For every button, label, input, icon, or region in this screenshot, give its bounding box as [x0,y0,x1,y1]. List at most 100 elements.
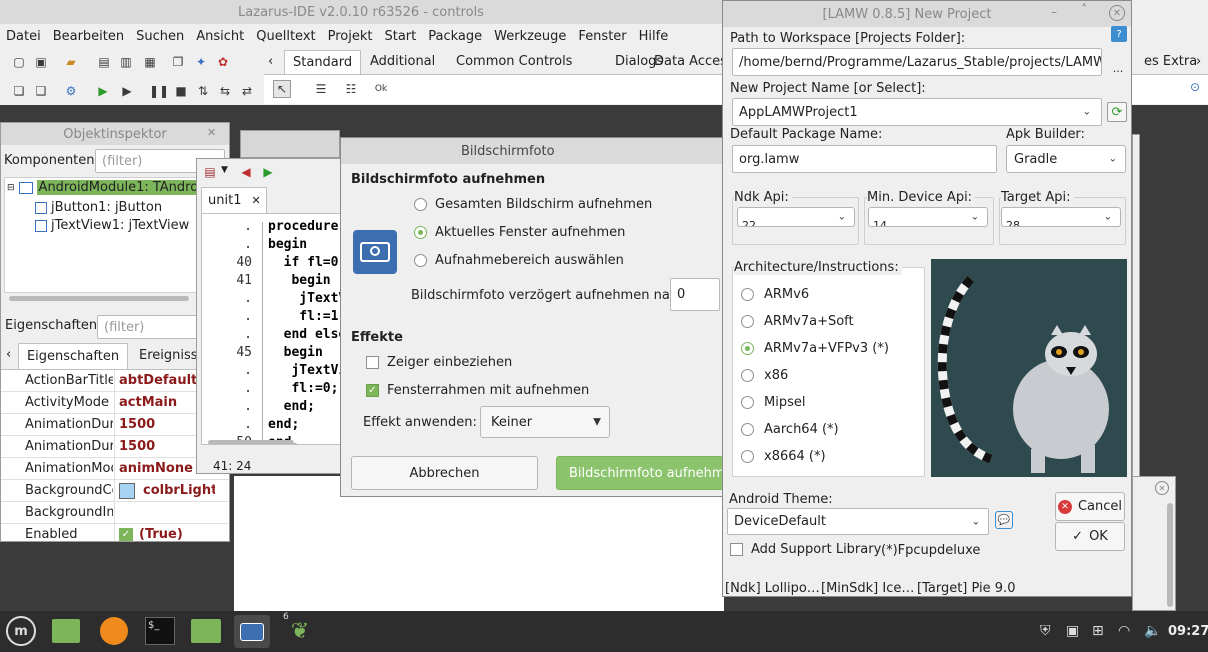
workspace-input[interactable]: /home/bernd/Programme/Lazarus_Stable/pro… [732,48,1102,76]
palette-tab-standard[interactable]: Standard [284,50,362,74]
architecture-radio[interactable] [741,396,754,409]
menu-quelltext[interactable]: Quelltext [250,29,321,44]
tab-eigenschaften[interactable]: Eigenschaften [18,343,128,369]
lamw-help-icon[interactable]: ? [1111,26,1127,42]
background-close-icon[interactable]: ✕ [1155,481,1169,495]
architecture-option[interactable]: ARMv7a+VFPv3 (*) [741,341,889,356]
ide-menu-arrow-icon[interactable]: ⊙ [1186,78,1204,96]
save-all-icon[interactable]: ▥ [117,53,135,71]
menu-package[interactable]: Package [422,29,488,44]
selection-pointer-icon[interactable]: ↖ [273,80,291,98]
ok-project-button[interactable]: ✓ OK [1055,522,1125,551]
clipboard-icon[interactable]: ▣ [1066,623,1079,639]
min-api-select[interactable]: 14 ⌄ [868,207,988,227]
architecture-option[interactable]: ARMv7a+Soft [741,314,854,329]
clock[interactable]: 09:27 [1168,624,1208,639]
menu-start[interactable]: Start [378,29,422,44]
property-row[interactable]: ActivityMode actMain [1,392,229,414]
enabled-checkbox[interactable]: ✓ [119,528,133,541]
wifi-icon[interactable]: ◠ [1118,623,1130,639]
cancel-project-button[interactable]: ✕ Cancel [1055,492,1125,521]
editor-hscrollbar[interactable] [208,440,294,444]
property-value[interactable]: (True) [139,527,215,541]
show-desktop-icon[interactable] [52,619,80,643]
property-row[interactable]: AnimationMod animNone [1,458,229,480]
save-icon[interactable]: ▤ [95,53,113,71]
menu-projekt[interactable]: Projekt [322,29,379,44]
property-row[interactable]: AnimationDura1500 [1,436,229,458]
files-icon[interactable] [191,619,221,643]
run-icon[interactable]: ▶ [94,82,112,100]
copy-icon[interactable]: ❐ [169,53,187,71]
tools-icon[interactable]: ✦ [192,53,210,71]
code-line[interactable]: jTextV [268,290,344,308]
property-row[interactable]: BackgroundCo colbrLightS [1,480,229,502]
chevron-down-icon[interactable]: ⌄ [972,516,980,527]
code-line[interactable]: begin [268,344,344,362]
editor-dropdown-icon[interactable]: ▼ [221,165,228,175]
cancel-screenshot-button[interactable]: Abbrechen [351,456,538,490]
include-pointer-option[interactable]: Zeiger einbeziehen [366,355,512,370]
maximize-icon[interactable]: ˄ [1081,3,1088,18]
ndk-api-select[interactable]: 22 ⌄ [737,207,855,227]
menu-fenster[interactable]: Fenster [572,29,632,44]
close-tab-icon[interactable]: ✕ [251,194,260,207]
tbutton-icon[interactable]: Ok [372,80,390,98]
close-file-icon[interactable]: ▦ [141,53,159,71]
stop-icon[interactable]: ■ [172,82,190,100]
radio-select-area[interactable] [414,254,427,267]
radio-current-window[interactable] [414,226,427,239]
architecture-radio[interactable] [741,369,754,382]
code-line[interactable]: fl:=0; [268,380,344,398]
minimize-icon[interactable]: – [1051,5,1057,19]
props-scroll-left-icon[interactable]: ‹ [6,347,11,362]
apk-builder-select[interactable]: Gradle ⌄ [1006,145,1126,173]
terminal-icon[interactable]: $_ [145,617,175,645]
background-scrollbar[interactable] [1167,503,1173,607]
property-row[interactable]: ActionBarTitle abtDefault [1,370,229,392]
pause-icon[interactable]: ❚❚ [149,82,169,100]
tmainmenu-icon[interactable]: ☰ [312,80,330,98]
architecture-option[interactable]: Mipsel [741,395,805,410]
tree-expand-icon[interactable]: ⊟ [7,183,15,193]
editor-tab-unit1[interactable]: unit1 ✕ [201,187,267,213]
architecture-radio[interactable] [741,450,754,463]
property-value[interactable]: colbrLightS [143,483,215,498]
code-line[interactable]: fl:=1; [268,308,344,326]
code-line[interactable]: end; [268,398,344,416]
palette-scroll-left-icon[interactable]: ‹ [268,54,273,69]
target-api-select[interactable]: 28 ⌄ [1001,207,1121,227]
menu-hilfe[interactable]: Hilfe [633,29,675,44]
menu-ansicht[interactable]: Ansicht [190,29,250,44]
tree-node-android-module[interactable]: ⊟ AndroidModule1: TAndroid [7,180,213,195]
network-icon[interactable]: ⊞ [1092,623,1104,639]
tree-node-jbutton1[interactable]: jButton1: jButton [35,200,162,215]
architecture-radio[interactable] [741,315,754,328]
architecture-option[interactable]: ARMv6 [741,287,809,302]
view-units-icon[interactable]: ❏ [10,82,28,100]
architecture-radio[interactable] [741,288,754,301]
code-line[interactable]: begin [268,272,344,290]
include-border-option[interactable]: ✓ Fensterrahmen mit aufnehmen [366,383,589,398]
palette-tab-extra[interactable]: es Extra [1144,54,1197,69]
tree-node-jtextview1[interactable]: jTextView1: jTextView [35,218,189,233]
code-line[interactable]: begin [268,236,344,254]
delay-input[interactable]: 0 [670,278,720,311]
browse-workspace-button[interactable]: ... [1107,48,1129,76]
option-full-screen[interactable]: Gesamten Bildschirm aufnehmen [414,197,652,212]
view-forms-icon[interactable]: ❑ [32,82,50,100]
run-no-debug-icon[interactable]: ▶ [118,82,136,100]
chevron-down-icon[interactable]: ⌄ [1083,107,1091,118]
add-support-library-checkbox[interactable] [730,543,743,556]
screenshot-app-icon[interactable] [234,615,270,648]
code-line[interactable]: procedure [268,218,344,236]
editor-options-icon[interactable]: ▤ [201,163,219,181]
code-line[interactable]: end else [268,326,344,344]
new-unit-icon[interactable]: ▢ [10,53,28,71]
volume-icon[interactable]: 🔈 [1144,623,1161,639]
menu-datei[interactable]: Datei [0,29,47,44]
jump-back-icon[interactable]: ◀ [237,163,255,181]
code-line[interactable]: if fl=0 [268,254,344,272]
radio-full-screen[interactable] [414,198,427,211]
architecture-option[interactable]: Aarch64 (*) [741,422,839,437]
